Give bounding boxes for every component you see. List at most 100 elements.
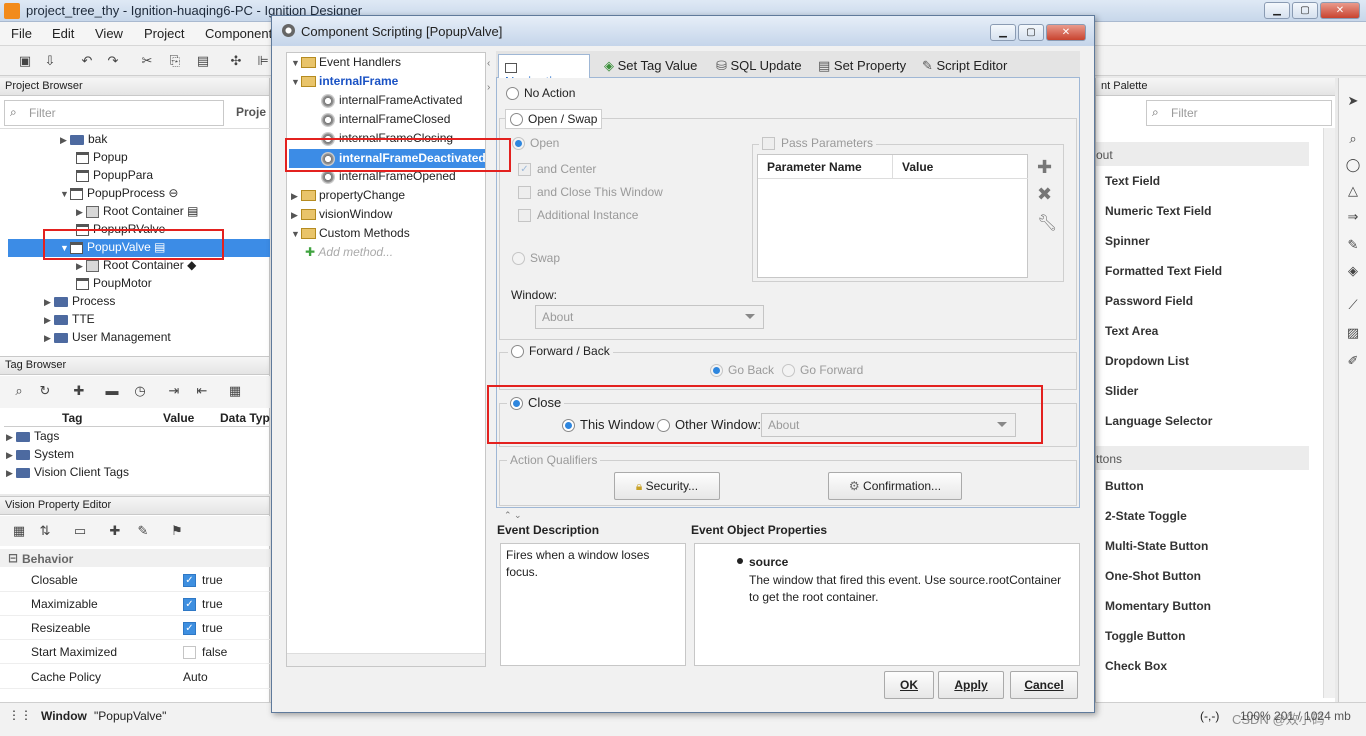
tree-add-method[interactable]: ✚ Add method... [305,245,393,263]
col-parameter-name[interactable]: Parameter Name [767,160,862,174]
radio[interactable] [512,252,525,266]
collapse-left-icon[interactable]: ‹ [487,58,490,69]
tree-item-popuppara[interactable]: PopupPara [76,168,153,186]
minimize-icon[interactable]: ▁ [1264,2,1290,19]
splitter-arrows[interactable]: ⌃ ⌄ [504,510,522,521]
radio[interactable] [506,87,519,101]
arrow-icon[interactable]: ⇒ [1344,208,1362,226]
col-value[interactable]: Value [902,160,933,174]
go-back-option[interactable]: Go Back [710,363,774,378]
palette-momentary-button[interactable]: Momentary Button [1105,599,1211,613]
menu-file[interactable]: File [11,26,32,41]
pencil-icon[interactable]: ✎ [1344,236,1362,254]
refresh-icon[interactable]: ↻ [36,382,54,400]
checkbox[interactable] [518,186,531,200]
close-icon[interactable]: ✕ [1320,2,1360,19]
col-value[interactable]: Value [163,411,194,425]
tree-internal-frame[interactable]: ▼ internalFrame [291,74,398,92]
tree-custom-methods[interactable]: ▼ Custom Methods [291,226,410,244]
project-filter-input[interactable]: ⌕ Filter [4,100,224,126]
cancel-button[interactable]: Cancel [1010,671,1078,699]
behavior-section[interactable]: ⊟ Behavior [0,549,270,567]
col-tag[interactable]: Tag [62,411,82,425]
save-all-icon[interactable]: ⇩ [41,52,59,70]
save-icon[interactable]: ▣ [16,52,34,70]
copy-icon[interactable]: ⎘ [166,52,184,70]
tree-item-popup[interactable]: Popup [76,150,128,168]
apply-button[interactable]: Apply [938,671,1004,699]
cut-icon[interactable]: ✂ [138,52,156,70]
col-data-type[interactable]: Data Typ [220,411,270,425]
pointer-icon[interactable]: ➤ [1344,92,1362,110]
tree-horizontal-scrollbar[interactable] [287,653,485,666]
palette-section-input[interactable]: out [1096,142,1309,166]
security-button[interactable]: 🔒︎ Security... [614,472,720,500]
export-icon[interactable]: ⇤ [193,382,211,400]
line-icon[interactable]: ⟋ [1344,296,1362,314]
radio[interactable] [710,364,723,378]
confirmation-button[interactable]: ⚙ Confirmation... [828,472,962,500]
palette-button[interactable]: Button [1105,479,1144,493]
undo-icon[interactable]: ↶ [78,52,96,70]
palette-multi-state-button[interactable]: Multi-State Button [1105,539,1208,553]
tree-event-closed[interactable]: internalFrameClosed [321,112,450,130]
prop-cache-policy[interactable]: Cache Policy Auto [0,665,270,689]
swap-option[interactable]: Swap [512,251,560,266]
and-center-checkbox[interactable]: ✓ and Center [518,162,596,177]
search-icon[interactable]: ⌕ [10,382,28,400]
palette-spinner[interactable]: Spinner [1105,234,1150,248]
tag-row-vision-client[interactable]: ▶ Vision Client Tags [6,465,129,483]
open-option[interactable]: Open [512,136,559,151]
add-tag-icon[interactable]: ✚ [70,382,88,400]
prop-maximizable[interactable]: Maximizable ✓ true [0,592,270,616]
and-close-checkbox[interactable]: and Close This Window [518,185,663,200]
forward-back-option[interactable]: Forward / Back [508,344,613,359]
palette-check-box[interactable]: Check Box [1105,659,1167,673]
tree-item-process[interactable]: ▶ Process [44,294,115,312]
radio[interactable] [512,137,525,151]
parameters-table[interactable]: Parameter Name Value [757,154,1028,278]
delete-icon[interactable]: ✖ [1037,184,1052,205]
ok-button[interactable]: OK [884,671,934,699]
radio[interactable] [782,364,795,378]
tab-set-property[interactable]: ▤ Set Property [812,54,912,78]
zoom-icon[interactable]: ⌕ [1344,130,1362,148]
menu-component[interactable]: Component [205,26,272,41]
tree-vision-window[interactable]: ▶ visionWindow [291,207,392,225]
prop-resizeable[interactable]: Resizeable ✓ true [0,616,270,640]
edit-property-icon[interactable]: ✎ [134,522,152,540]
collapse-right-icon[interactable]: › [487,82,490,93]
tree-event-activated[interactable]: internalFrameActivated [321,93,462,111]
radio[interactable] [511,345,524,359]
palette-2-state-toggle[interactable]: 2-State Toggle [1105,509,1187,523]
palette-password-field[interactable]: Password Field [1105,294,1193,308]
shape-icon[interactable]: △ [1344,182,1362,200]
tree-item-bak[interactable]: ▶ bak [60,132,107,150]
eyedropper-icon[interactable]: ✐ [1344,352,1362,370]
tag-row-tags[interactable]: ▶ Tags [6,429,59,447]
add-icon[interactable]: ✚ [1037,157,1052,178]
checkbox[interactable]: ✓ [518,163,531,177]
tree-item-root-container[interactable]: ▶ Root Container ▤ [76,204,198,222]
no-action-option[interactable]: No Action [506,86,575,101]
add-property-icon[interactable]: ✚ [106,522,124,540]
tree-item-tte[interactable]: ▶ TTE [44,312,95,330]
paste-icon[interactable]: ▤ [194,52,212,70]
open-swap-option[interactable]: Open / Swap [505,109,603,130]
palette-language-selector[interactable]: Language Selector [1105,414,1212,428]
palette-filter-input[interactable]: ⌕ Filter [1146,100,1332,126]
menu-project[interactable]: Project [144,26,184,41]
palette-toggle-button[interactable]: Toggle Button [1105,629,1185,643]
import-icon[interactable]: ⇥ [165,382,183,400]
palette-text-area[interactable]: Text Area [1105,324,1158,338]
tab-set-tag-value[interactable]: ◈ Set Tag Value [598,54,703,78]
tag-row-system[interactable]: ▶ System [6,447,74,465]
radio[interactable] [510,113,523,127]
wrench-icon[interactable]: 🔧︎ [1037,213,1057,233]
menu-view[interactable]: View [95,26,123,41]
fill-icon[interactable]: ◈ [1344,262,1362,280]
palette-one-shot-button[interactable]: One-Shot Button [1105,569,1201,583]
tab-sql-update[interactable]: ⛁ SQL Update [710,54,808,78]
tab-navigation[interactable]: Navigation [498,54,590,89]
edit-icon[interactable]: ▬ [103,382,121,400]
